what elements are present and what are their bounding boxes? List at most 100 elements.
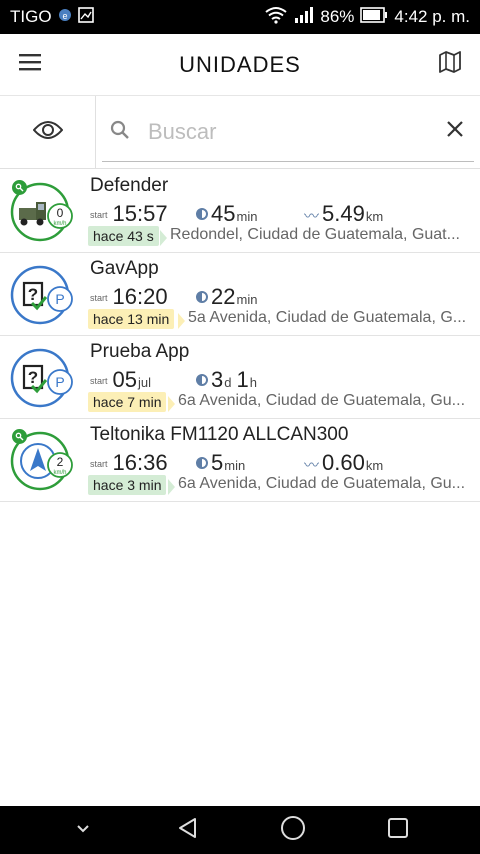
back-triangle-icon — [176, 816, 200, 845]
last-update-badge: hace 43 s — [88, 226, 159, 246]
wifi-icon — [264, 6, 288, 29]
unit-name: Teltonika FM1120 ALLCAN300 — [90, 424, 349, 445]
duration-value: 3 — [211, 367, 224, 392]
app-notification-icon: e — [58, 7, 72, 27]
list-item-unit[interactable]: ? P GavApp start 16:20 22 min hace 13 mi… — [0, 253, 480, 336]
distance-value: 0.60 — [322, 450, 365, 475]
status-bar: TIGO e 86% 4:42 p. m. — [0, 0, 480, 34]
system-nav-bar — [0, 806, 480, 854]
distance-value: 5.49 — [322, 201, 365, 226]
list-item-unit[interactable]: 2 km/h Teltonika FM1120 ALLCAN300 start … — [0, 419, 480, 502]
badge-arrow — [168, 479, 175, 495]
start-label: start — [90, 210, 108, 220]
unit-avatar: ? P — [10, 346, 74, 410]
badge-arrow — [168, 396, 175, 412]
search-icon — [110, 120, 130, 145]
recents-button[interactable] — [368, 806, 428, 854]
map-view-button[interactable] — [420, 34, 480, 96]
unit-avatar: 0 km/h — [10, 180, 74, 244]
start-value: 05 — [112, 367, 137, 392]
image-notification-icon — [77, 6, 94, 28]
hide-nav-button[interactable] — [53, 806, 113, 854]
unit-avatar: ? P — [10, 263, 74, 327]
unit-duration: 22 min — [196, 284, 257, 310]
search-underline — [102, 161, 474, 162]
unit-start: start 16:36 — [90, 450, 169, 476]
close-icon — [446, 120, 464, 143]
unit-duration: 5 min — [196, 450, 245, 476]
visibility-toggle-button[interactable] — [0, 96, 96, 169]
page-title: UNIDADES — [179, 51, 301, 77]
signal-icon — [294, 6, 314, 29]
carrier-label: TIGO — [10, 7, 52, 26]
clock: 4:42 p. m. — [394, 7, 470, 26]
duration-value: 5 — [211, 450, 224, 475]
route-icon: 〰 — [304, 457, 320, 474]
home-circle-icon — [280, 815, 306, 846]
unit-start: start 15:57 — [90, 201, 169, 227]
duration-unit: d — [224, 375, 232, 390]
back-button[interactable] — [158, 806, 218, 854]
duration-value: 22 — [211, 284, 236, 309]
online-indicator — [12, 429, 27, 444]
battery-percent: 86% — [320, 7, 355, 26]
duration-unit: min — [236, 209, 258, 224]
search-row — [0, 96, 480, 169]
online-indicator — [12, 180, 27, 195]
badge-arrow — [160, 230, 167, 246]
speed-unit: km/h — [53, 470, 66, 476]
unit-address: 6a Avenida, Ciudad de Guatemala, Gu... — [178, 475, 466, 492]
duration-icon — [196, 457, 208, 469]
search-input[interactable] — [148, 119, 418, 145]
duration-value: 45 — [211, 201, 236, 226]
start-label: start — [90, 459, 108, 469]
units-list: 0 km/h Defender start 15:57 45 min 〰 5.4… — [0, 170, 480, 502]
unit-name: GavApp — [90, 258, 159, 279]
unit-distance: 〰 0.60 km — [304, 450, 383, 476]
unit-address: Redondel, Ciudad de Guatemala, Guat... — [170, 226, 460, 243]
duration-icon — [196, 374, 208, 386]
search-box — [96, 96, 480, 168]
app-bar: UNIDADES — [0, 34, 480, 96]
recents-square-icon — [387, 817, 409, 844]
svg-text:?: ? — [28, 285, 38, 304]
duration-icon — [196, 208, 208, 220]
start-value: 16:20 — [112, 284, 168, 309]
map-icon — [438, 51, 462, 78]
last-update-badge: hace 3 min — [88, 475, 167, 495]
start-label: start — [90, 376, 108, 386]
start-unit: jul — [138, 375, 152, 390]
svg-text:e: e — [62, 11, 67, 21]
start-label: start — [90, 293, 108, 303]
duration-unit-2: h — [249, 375, 257, 390]
badge-arrow — [178, 313, 185, 329]
speed-value: 2 — [57, 455, 64, 469]
unit-start: start 16:20 — [90, 284, 169, 310]
unit-distance: 〰 5.49 km — [304, 201, 383, 227]
start-value: 15:57 — [112, 201, 168, 226]
unit-duration: 45 min — [196, 201, 257, 227]
duration-unit: min — [224, 458, 246, 473]
speed-unit: km/h — [53, 221, 66, 227]
home-button[interactable] — [263, 806, 323, 854]
unknown-device-icon: ? — [22, 281, 48, 311]
route-icon: 〰 — [304, 208, 320, 225]
list-item-unit[interactable]: 0 km/h Defender start 15:57 45 min 〰 5.4… — [0, 170, 480, 253]
parked-badge: P — [55, 291, 64, 307]
unknown-device-icon: ? — [22, 364, 48, 394]
last-update-badge: hace 7 min — [88, 392, 167, 412]
clear-search-button[interactable] — [440, 116, 470, 146]
start-value: 16:36 — [112, 450, 168, 475]
unit-avatar: 2 km/h — [10, 429, 74, 493]
unit-start: start 05 jul — [90, 367, 151, 393]
distance-unit: km — [365, 209, 384, 224]
duration-icon — [196, 291, 208, 303]
last-update-badge: hace 13 min — [88, 309, 175, 329]
list-item-unit[interactable]: ? P Prueba App start 05 jul 3 d 1 h hace… — [0, 336, 480, 419]
speed-value: 0 — [57, 206, 64, 220]
menu-button[interactable] — [0, 34, 60, 96]
duration-value-2: 1 — [236, 367, 249, 392]
duration-unit: min — [236, 292, 258, 307]
svg-text:?: ? — [28, 368, 38, 387]
unit-address: 5a Avenida, Ciudad de Guatemala, G... — [188, 309, 467, 326]
